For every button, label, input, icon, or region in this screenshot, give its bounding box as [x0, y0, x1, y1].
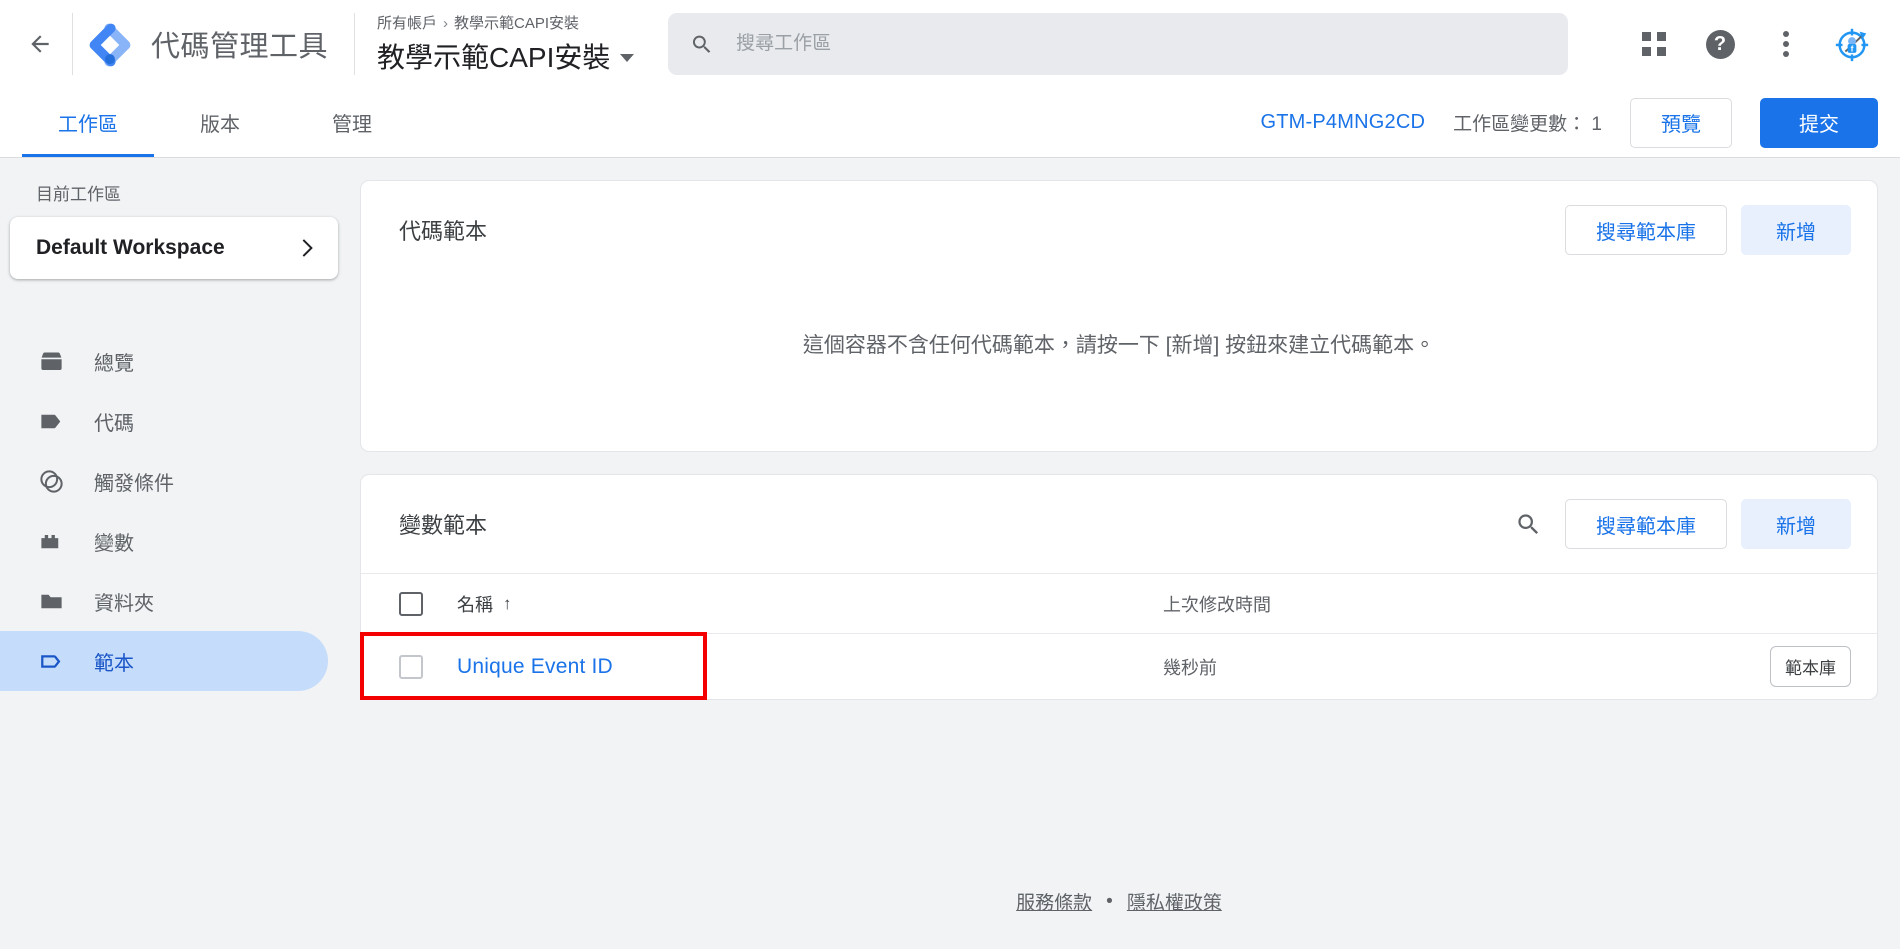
- breadcrumb-container[interactable]: 教學示範CAPI安裝: [454, 15, 579, 32]
- column-header-name[interactable]: 名稱 ↑: [423, 591, 1163, 617]
- account-avatar-button[interactable]: f: [1832, 24, 1872, 64]
- chevron-down-icon: [620, 54, 635, 62]
- row-checkbox[interactable]: [399, 654, 423, 679]
- top-header: 代碼管理工具 所有帳戶 › 教學示範CAPI安裝 教學示範CAPI安裝 ?: [0, 0, 1900, 88]
- search-icon: [693, 35, 711, 53]
- tab-bar: 工作區 版本 管理 GTM-P4MNG2CD 工作區變更數： 1 預覽 提交: [0, 88, 1900, 158]
- sidebar-item-tags[interactable]: 代碼: [0, 391, 328, 451]
- template-name-link[interactable]: Unique Event ID: [457, 655, 613, 679]
- variable-templates-card: 變數範本 搜尋範本庫 新增 名稱 ↑ 上次修改時間 Unique Event I…: [360, 474, 1878, 700]
- workspace-changes-count: 工作區變更數： 1: [1453, 114, 1602, 135]
- tab-workspace-label: 工作區: [58, 114, 118, 136]
- sidebar-item-variables-label: 變數: [94, 532, 134, 555]
- apps-grid-icon: [1642, 32, 1666, 56]
- workspace-search-box[interactable]: [668, 13, 1569, 75]
- sidebar-item-folders[interactable]: 資料夾: [0, 571, 328, 631]
- folder-icon: [36, 586, 66, 616]
- row-name-cell: Unique Event ID: [423, 655, 1163, 679]
- tag-templates-title: 代碼範本: [399, 219, 488, 244]
- workspace-card[interactable]: Default Workspace: [10, 217, 338, 279]
- preview-button[interactable]: 預覽: [1630, 97, 1732, 148]
- footer-separator: •: [1106, 890, 1113, 912]
- header-actions: ? f: [1634, 24, 1878, 64]
- row-modified-cell: 幾秒前: [1163, 657, 1217, 678]
- sidebar-item-variables[interactable]: 變數: [0, 511, 328, 571]
- more-vert-icon: [1783, 31, 1789, 57]
- page-body: 目前工作區 Default Workspace 總覽 代碼 觸發條件 變數 資料…: [0, 158, 1900, 949]
- container-selector: 所有帳戶 › 教學示範CAPI安裝 教學示範CAPI安裝: [377, 12, 635, 76]
- terms-of-service-link[interactable]: 服務條款: [1016, 888, 1092, 915]
- breadcrumb-separator: ›: [443, 15, 449, 32]
- help-button[interactable]: ?: [1700, 24, 1740, 64]
- more-options-button[interactable]: [1766, 24, 1806, 64]
- tag-templates-actions: 搜尋範本庫 新增: [1565, 205, 1851, 255]
- current-workspace-label: 目前工作區: [36, 185, 121, 204]
- account-avatar-icon: f: [1835, 28, 1869, 62]
- breadcrumb: 所有帳戶 › 教學示範CAPI安裝: [377, 12, 634, 33]
- header-divider-2: [354, 13, 356, 75]
- apps-grid-button[interactable]: [1634, 24, 1674, 64]
- variable-templates-actions: 搜尋範本庫 新增: [1505, 499, 1851, 549]
- variables-blocks-icon: [36, 526, 66, 556]
- sidebar-item-tags-label: 代碼: [94, 412, 134, 435]
- variable-templates-search-button[interactable]: [1505, 501, 1551, 547]
- container-title-dropdown[interactable]: 教學示範CAPI安裝: [377, 36, 635, 76]
- sidebar-item-triggers[interactable]: 觸發條件: [0, 451, 328, 511]
- variable-templates-table-header: 名稱 ↑ 上次修改時間: [361, 573, 1877, 633]
- svg-text:f: f: [1851, 44, 1854, 54]
- tag-templates-empty-message: 這個容器不含任何代碼範本，請按一下 [新增] 按鈕來建立代碼範本。: [802, 334, 1436, 357]
- sidebar-item-templates-label: 範本: [94, 652, 134, 675]
- tag-template-new-button[interactable]: 新增: [1741, 205, 1851, 255]
- tag-templates-header: 代碼範本 搜尋範本庫 新增: [361, 181, 1877, 279]
- main-content: 代碼範本 搜尋範本庫 新增 這個容器不含任何代碼範本，請按一下 [新增] 按鈕來…: [360, 158, 1900, 949]
- variable-gallery-search-button[interactable]: 搜尋範本庫: [1565, 499, 1727, 549]
- back-button[interactable]: [18, 22, 62, 66]
- container-title: 教學示範CAPI安裝: [377, 42, 611, 73]
- search-input[interactable]: [734, 32, 1547, 56]
- row-gallery-badge[interactable]: 範本庫: [1770, 646, 1851, 687]
- header-divider-1: [72, 13, 73, 75]
- select-all-checkbox[interactable]: [399, 591, 423, 616]
- sidebar-item-overview-label: 總覽: [94, 352, 134, 375]
- breadcrumb-account[interactable]: 所有帳戶: [377, 15, 437, 32]
- search-icon: [1517, 513, 1538, 534]
- column-header-name-label: 名稱: [457, 594, 493, 615]
- gtm-logo-icon: [89, 23, 131, 67]
- sidebar-item-triggers-label: 觸發條件: [94, 472, 174, 495]
- variable-templates-title: 變數範本: [399, 513, 488, 538]
- tag-gallery-search-button[interactable]: 搜尋範本庫: [1565, 205, 1727, 255]
- tab-versions[interactable]: 版本: [154, 88, 286, 157]
- column-header-modified: 上次修改時間: [1163, 594, 1271, 615]
- arrow-left-icon: [31, 35, 49, 53]
- tab-versions-label: 版本: [200, 114, 240, 136]
- tab-bar-right: GTM-P4MNG2CD 工作區變更數： 1 預覽 提交: [1261, 88, 1878, 157]
- tab-admin-label: 管理: [332, 114, 372, 136]
- overview-box-icon: [36, 346, 66, 376]
- variable-templates-header: 變數範本 搜尋範本庫 新增: [361, 475, 1877, 573]
- brand-home-link[interactable]: 代碼管理工具: [87, 21, 328, 67]
- trigger-circles-icon: [36, 466, 66, 496]
- sidebar-nav: 總覽 代碼 觸發條件 變數 資料夾 範本: [0, 331, 360, 691]
- sidebar-item-templates[interactable]: 範本: [0, 631, 328, 691]
- sidebar: 目前工作區 Default Workspace 總覽 代碼 觸發條件 變數 資料…: [0, 158, 360, 949]
- product-name: 代碼管理工具: [151, 31, 329, 63]
- tag-templates-card: 代碼範本 搜尋範本庫 新增 這個容器不含任何代碼範本，請按一下 [新增] 按鈕來…: [360, 180, 1878, 452]
- tabs: 工作區 版本 管理: [0, 88, 418, 157]
- sort-ascending-icon: ↑: [503, 593, 512, 613]
- sidebar-item-overview[interactable]: 總覽: [0, 331, 328, 391]
- workspace-name: Default Workspace: [36, 236, 225, 259]
- tab-admin[interactable]: 管理: [286, 88, 418, 157]
- tab-workspace[interactable]: 工作區: [22, 88, 154, 157]
- privacy-policy-link[interactable]: 隱私權政策: [1127, 888, 1222, 915]
- help-icon: ?: [1705, 29, 1735, 59]
- variable-template-new-button[interactable]: 新增: [1741, 499, 1851, 549]
- chevron-right-icon: [294, 236, 318, 260]
- tag-filled-icon: [36, 406, 66, 436]
- sidebar-item-folders-label: 資料夾: [94, 592, 154, 615]
- footer: 服務條款 • 隱私權政策: [360, 868, 1878, 949]
- table-row[interactable]: Unique Event ID 幾秒前 範本庫: [360, 632, 1877, 700]
- gtm-container-id[interactable]: GTM-P4MNG2CD: [1261, 111, 1426, 134]
- template-tag-outline-icon: [36, 646, 66, 676]
- submit-button[interactable]: 提交: [1760, 97, 1878, 148]
